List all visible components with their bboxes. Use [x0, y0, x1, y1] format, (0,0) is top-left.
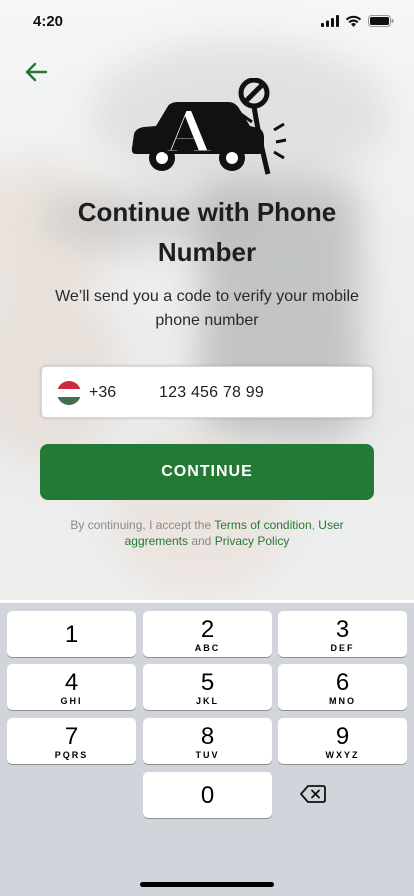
status-bar: 4:20 [0, 0, 414, 46]
battery-icon [368, 15, 394, 27]
key-6[interactable]: 6 MNO [278, 664, 407, 710]
arrow-left-icon[interactable] [22, 58, 50, 86]
status-time: 4:20 [33, 13, 64, 30]
legal-and: and [187, 534, 215, 548]
home-indicator [140, 882, 274, 887]
backspace-icon[interactable] [300, 784, 326, 804]
key-9[interactable]: 9 WXYZ [278, 718, 407, 764]
hungary-flag-icon[interactable] [57, 381, 81, 405]
key-1[interactable]: 1 [7, 611, 136, 657]
key-0[interactable]: 0 [143, 772, 272, 818]
legal-prefix: By continuing, I accept the [70, 518, 215, 532]
key-7[interactable]: 7 PQRS [7, 718, 136, 764]
numeric-keypad: 1 2 ABC 3 DEF 4 GHI 5 JKL 6 MNO 7 PQRS 8 TUV 9W… [0, 603, 414, 896]
page-subtitle: We’ll send you a code to verify your mob… [55, 288, 359, 329]
phone-number-field[interactable]: +36 123 456 78 99 [41, 366, 373, 418]
country-code[interactable]: +36 [89, 384, 116, 402]
key-4[interactable]: 4 GHI [7, 664, 136, 710]
key-2[interactable]: 2 ABC [143, 611, 272, 657]
signal-icon [321, 15, 339, 27]
car-crash-logo: A [131, 78, 287, 175]
continue-button[interactable]: CONTINUE [40, 444, 374, 500]
terms-link[interactable]: Terms of condition [214, 518, 311, 532]
phone-number-input[interactable]: 123 456 78 99 [159, 384, 264, 402]
key-3[interactable]: 3 DEF [278, 611, 407, 657]
key-5[interactable]: 5 JKL [143, 664, 272, 710]
privacy-policy-link[interactable]: Privacy Policy [215, 534, 290, 548]
page-title: Continue with Phone Number [77, 197, 337, 267]
wifi-icon [345, 15, 362, 27]
svg-text:A: A [165, 98, 212, 166]
legal-text: By continuing, I accept the Terms of con… [42, 517, 372, 549]
key-8[interactable]: 8 TUV [143, 718, 272, 764]
